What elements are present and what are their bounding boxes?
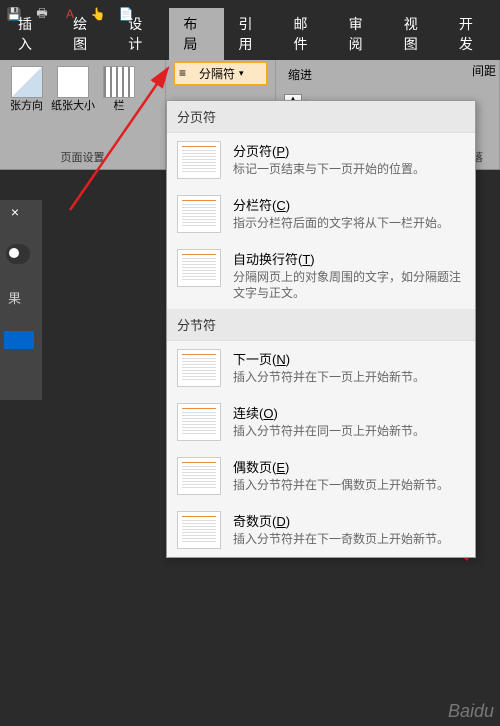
menu-odd-page[interactable]: 奇数页(D) 插入分节符并在下一奇数页上开始新节。	[167, 503, 475, 557]
menu-even-page[interactable]: 偶数页(E) 插入分节符并在下一偶数页上开始新节。	[167, 449, 475, 503]
breaks-dropdown: 分页符 分页符(P) 标记一页结束与下一页开始的位置。 分栏符(C) 指示分栏符…	[166, 100, 476, 558]
page-break-title: 分页符(P)	[233, 141, 465, 160]
tab-dev[interactable]: 开发	[445, 8, 500, 60]
columns-button[interactable]: 栏	[101, 64, 137, 115]
tab-view[interactable]: 视图	[390, 8, 445, 60]
menu-column-break[interactable]: 分栏符(C) 指示分栏符后面的文字将从下一栏开始。	[167, 187, 475, 241]
page-setup-group: 张方向 纸张大小 栏 页面设置	[0, 60, 166, 169]
size-icon	[57, 66, 89, 98]
page-break-icon	[177, 141, 221, 179]
breaks-icon: ≡	[179, 66, 195, 82]
column-break-icon	[177, 195, 221, 233]
tab-references[interactable]: 引用	[224, 8, 279, 60]
column-break-title: 分栏符(C)	[233, 195, 465, 214]
navigation-panel: × 果	[0, 200, 42, 400]
next-page-desc: 插入分节符并在下一页上开始新节。	[233, 370, 465, 386]
orientation-button[interactable]: 张方向	[8, 64, 45, 115]
orientation-icon	[11, 66, 43, 98]
breaks-button[interactable]: ≡ 分隔符 ▾	[174, 62, 267, 85]
size-label: 纸张大小	[51, 100, 95, 113]
menu-page-break[interactable]: 分页符(P) 标记一页结束与下一页开始的位置。	[167, 133, 475, 187]
orientation-label: 张方向	[10, 100, 43, 113]
odd-page-title: 奇数页(D)	[233, 511, 465, 530]
odd-page-icon	[177, 511, 221, 549]
tab-mailings[interactable]: 邮件	[280, 8, 335, 60]
columns-label: 栏	[114, 100, 125, 113]
menu-text-wrap[interactable]: 自动换行符(T) 分隔网页上的对象周围的文字，如分隔题注文字与正文。	[167, 241, 475, 309]
continuous-title: 连续(O)	[233, 403, 465, 422]
even-page-desc: 插入分节符并在下一偶数页上开始新节。	[233, 478, 465, 494]
text-wrap-title: 自动换行符(T)	[233, 249, 465, 268]
next-page-icon	[177, 349, 221, 387]
toggle-icon[interactable]	[6, 244, 30, 264]
tab-insert[interactable]: 插入	[4, 8, 59, 60]
even-page-title: 偶数页(E)	[233, 457, 465, 476]
close-icon[interactable]: ×	[0, 200, 30, 224]
page-setup-label: 页面设置	[8, 147, 157, 167]
columns-icon	[103, 66, 135, 98]
menu-next-page[interactable]: 下一页(N) 插入分节符并在下一页上开始新节。	[167, 341, 475, 395]
size-button[interactable]: 纸张大小	[49, 64, 97, 115]
section-page-breaks: 分页符	[167, 101, 475, 133]
odd-page-desc: 插入分节符并在下一奇数页上开始新节。	[233, 532, 465, 548]
indent-label: 缩进	[284, 64, 491, 85]
tab-draw[interactable]: 绘图	[59, 8, 114, 60]
tab-layout[interactable]: 布局	[169, 8, 224, 60]
next-page-title: 下一页(N)	[233, 349, 465, 368]
page-break-desc: 标记一页结束与下一页开始的位置。	[233, 162, 465, 178]
column-break-desc: 指示分栏符后面的文字将从下一栏开始。	[233, 216, 465, 232]
tab-review[interactable]: 审阅	[335, 8, 390, 60]
spacing-label: 间距	[472, 62, 496, 79]
continuous-icon	[177, 403, 221, 441]
tab-design[interactable]: 设计	[114, 8, 169, 60]
menu-continuous[interactable]: 连续(O) 插入分节符并在同一页上开始新节。	[167, 395, 475, 449]
selection-block[interactable]	[4, 331, 34, 349]
text-wrap-desc: 分隔网页上的对象周围的文字，如分隔题注文字与正文。	[233, 270, 465, 301]
result-label: 果	[0, 284, 42, 311]
chevron-down-icon: ▾	[239, 68, 244, 79]
section-section-breaks: 分节符	[167, 309, 475, 341]
continuous-desc: 插入分节符并在同一页上开始新节。	[233, 424, 465, 440]
watermark: Baidu	[448, 701, 494, 722]
even-page-icon	[177, 457, 221, 495]
text-wrap-icon	[177, 249, 221, 287]
breaks-label: 分隔符	[199, 65, 235, 82]
ribbon-tabs: 插入 绘图 设计 布局 引用 邮件 审阅 视图 开发	[0, 28, 500, 60]
